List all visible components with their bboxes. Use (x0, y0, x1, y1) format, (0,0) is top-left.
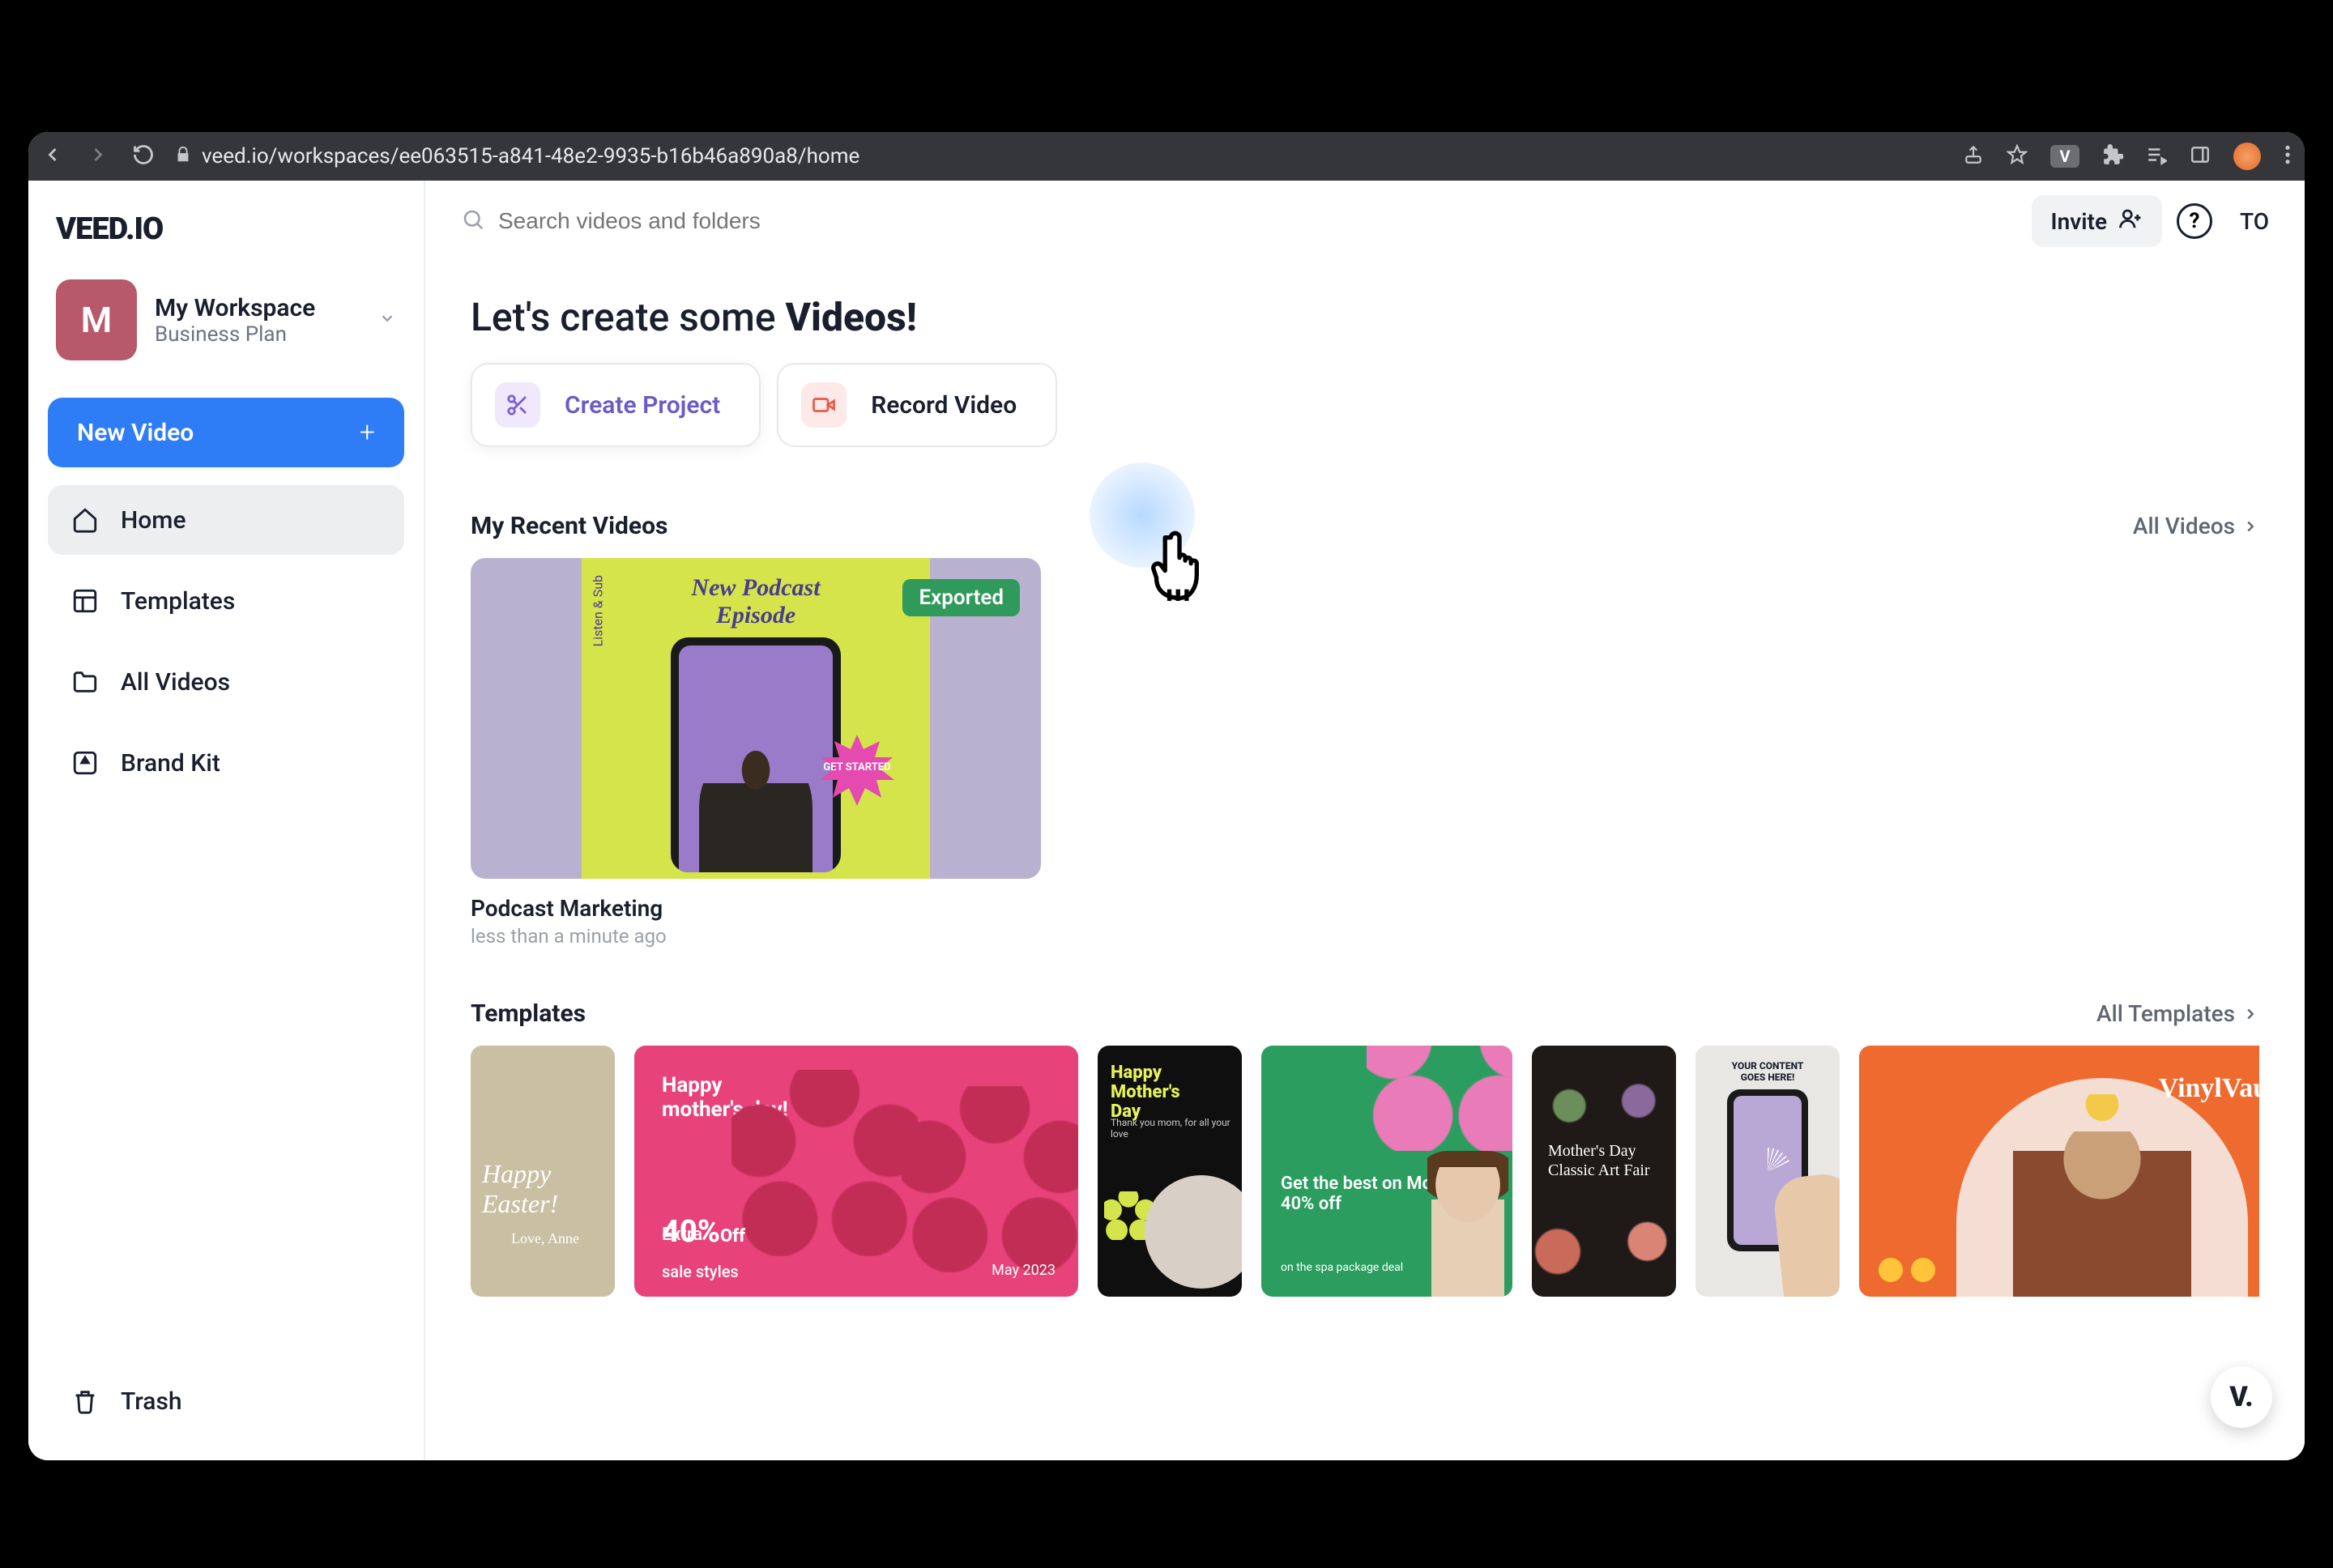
scissors-icon (495, 382, 540, 428)
folder-icon (70, 667, 100, 697)
sidebar-trash-label: Trash (121, 1387, 182, 1416)
templates-icon (70, 586, 100, 616)
sidebar-item-label: Templates (121, 587, 235, 616)
search-input[interactable] (498, 208, 984, 234)
workspace-switcher[interactable]: M My Workspace Business Plan (48, 270, 404, 370)
invite-label: Invite (2051, 208, 2107, 235)
extensions-icon[interactable] (2102, 144, 2123, 168)
phone-mock (671, 637, 841, 872)
plus-icon: + (360, 416, 375, 449)
video-timestamp: less than a minute ago (471, 925, 1041, 948)
status-badge: Exported (902, 579, 1020, 616)
template-card[interactable]: HappyEaster! Love, Anne (471, 1046, 615, 1297)
brand-kit-icon (70, 748, 100, 778)
user-avatar[interactable]: TO (2240, 208, 2269, 235)
reload-icon[interactable] (132, 143, 155, 169)
chevron-down-icon (378, 309, 396, 330)
playlist-icon[interactable] (2146, 144, 2167, 168)
sidebar-item-trash[interactable]: Trash (48, 1366, 404, 1436)
new-video-button[interactable]: New Video + (48, 398, 404, 467)
topbar: Invite ? TO (425, 181, 2305, 262)
content: Let's create some Videos! Create Project… (425, 262, 2305, 1460)
record-video-button[interactable]: Record Video (777, 363, 1057, 447)
template-card[interactable]: Happymother's day! Extra 40%Offsale styl… (634, 1046, 1078, 1297)
starburst-icon: GET STARTED (817, 733, 898, 814)
record-video-label: Record Video (871, 391, 1017, 420)
sidebar-item-templates[interactable]: Templates (48, 566, 404, 636)
template-card[interactable]: Get the best on Mother's day40% off on t… (1261, 1046, 1512, 1297)
sidebar: VEED.IO M My Workspace Business Plan New… (28, 181, 425, 1460)
search-field[interactable] (461, 207, 2017, 235)
menu-dots-icon[interactable] (2284, 144, 2292, 168)
templates-row: HappyEaster! Love, Anne Happymother's da… (471, 1046, 2259, 1297)
template-card[interactable]: Mother's DayClassic Art Fair (1532, 1046, 1676, 1297)
main-panel: Invite ? TO Let's create some Videos! (425, 181, 2305, 1460)
back-icon[interactable] (41, 143, 64, 169)
all-templates-link[interactable]: All Templates (2096, 1000, 2259, 1027)
video-name: Podcast Marketing (471, 895, 1041, 922)
profile-avatar[interactable] (2233, 143, 2261, 170)
workspace-avatar: M (56, 279, 137, 360)
workspace-name: My Workspace (155, 294, 360, 322)
video-card[interactable]: New Podcast Episode Listen & Sub GET STA… (471, 558, 1041, 948)
search-icon (461, 207, 485, 235)
sidebar-item-label: Home (121, 506, 186, 535)
svg-text:GET STARTED: GET STARTED (823, 761, 890, 773)
invite-user-icon (2118, 207, 2143, 236)
workspace-plan: Business Plan (155, 322, 360, 347)
create-project-button[interactable]: Create Project (471, 363, 761, 447)
extension-badge[interactable]: V (2050, 145, 2079, 168)
panel-icon[interactable] (2190, 144, 2211, 168)
template-card[interactable]: YOUR CONTENT GOES HERE! (1695, 1046, 1840, 1297)
trash-icon (70, 1387, 100, 1416)
create-project-label: Create Project (565, 391, 720, 420)
video-thumbnail: New Podcast Episode Listen & Sub GET STA… (471, 558, 1041, 879)
hero-title: Let's create some Videos! (471, 294, 2259, 340)
app-logo: VEED.IO (48, 205, 404, 270)
sidebar-item-brand-kit[interactable]: Brand Kit (48, 728, 404, 798)
address-bar[interactable]: veed.io/workspaces/ee063515-a841-48e2-99… (171, 140, 1947, 173)
app-root: VEED.IO M My Workspace Business Plan New… (28, 181, 2305, 1460)
star-icon[interactable] (2007, 144, 2028, 168)
forward-icon[interactable] (87, 143, 109, 169)
url-text: veed.io/workspaces/ee063515-a841-48e2-99… (202, 144, 859, 168)
share-icon[interactable] (1963, 144, 1984, 168)
home-icon (70, 505, 100, 535)
video-icon (801, 382, 847, 428)
template-card[interactable]: HappyMother'sDay Thank you mom, for all … (1098, 1046, 1242, 1297)
lock-icon (174, 146, 192, 167)
templates-section-title: Templates (471, 999, 586, 1028)
template-card[interactable]: VinylVault (1859, 1046, 2259, 1297)
all-videos-link[interactable]: All Videos (2133, 513, 2259, 539)
help-fab[interactable]: V. (2211, 1366, 2272, 1428)
browser-chrome: veed.io/workspaces/ee063515-a841-48e2-99… (28, 132, 2305, 181)
sidebar-item-label: Brand Kit (121, 749, 220, 778)
new-video-label: New Video (77, 419, 194, 447)
help-button[interactable]: ? (2177, 203, 2212, 239)
invite-button[interactable]: Invite (2032, 195, 2162, 247)
sidebar-item-home[interactable]: Home (48, 485, 404, 555)
browser-window: veed.io/workspaces/ee063515-a841-48e2-99… (28, 132, 2305, 1460)
sidebar-item-label: All Videos (121, 668, 230, 697)
recent-section-title: My Recent Videos (471, 512, 667, 540)
sidebar-item-all-videos[interactable]: All Videos (48, 647, 404, 717)
